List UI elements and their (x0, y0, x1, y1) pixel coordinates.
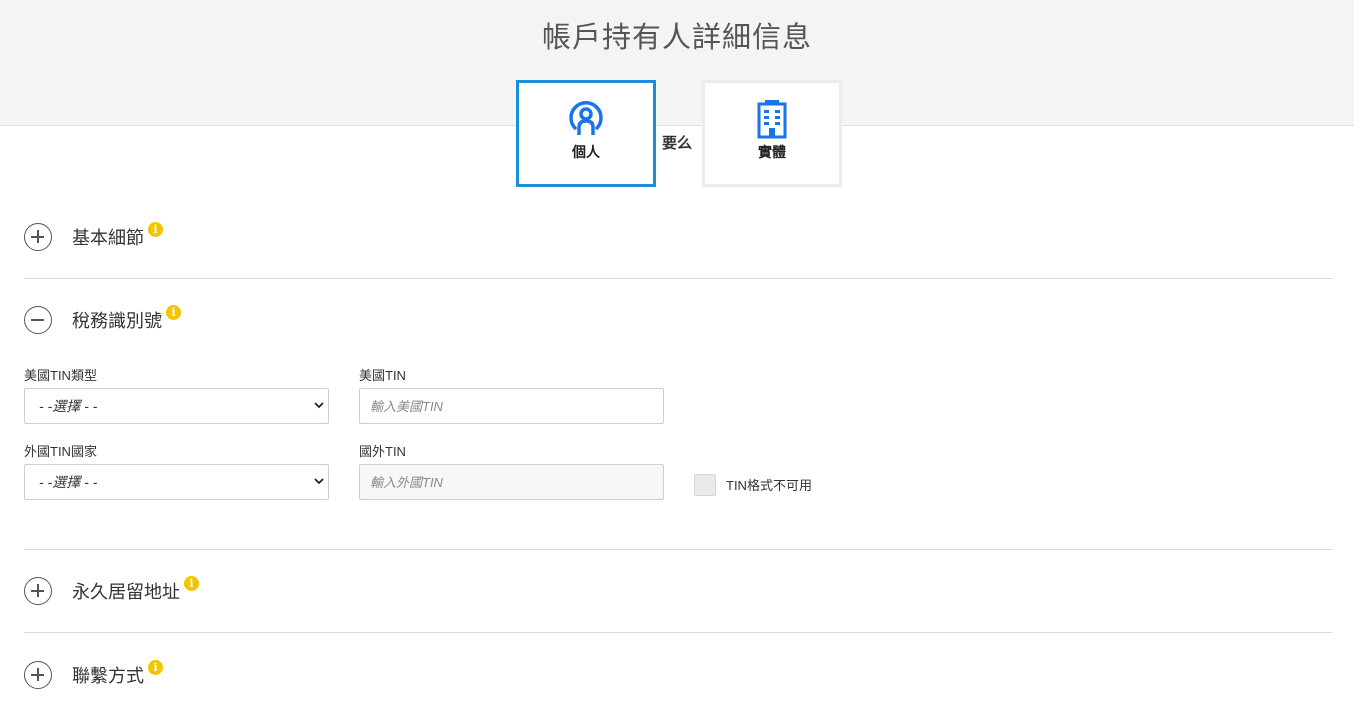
expand-plus-icon[interactable] (24, 661, 52, 689)
section-title-tax: 稅務識別號 (72, 311, 162, 331)
or-separator: 要么 (662, 135, 693, 152)
us-tin-input[interactable] (359, 388, 664, 424)
us-tin-label: 美國TIN (359, 368, 406, 383)
info-icon[interactable]: i (166, 304, 181, 320)
individual-label: 個人 (572, 144, 600, 160)
foreign-tin-input[interactable] (359, 464, 664, 500)
us-tin-type-label: 美國TIN類型 (24, 368, 97, 383)
collapse-minus-icon[interactable] (24, 306, 52, 334)
section-title-contact: 聯繫方式 (72, 666, 144, 686)
section-permanent-address-header[interactable]: 永久居留地址 i (24, 575, 199, 607)
section-contact-header[interactable]: 聯繫方式 i (24, 659, 163, 691)
section-title-address: 永久居留地址 (72, 582, 180, 602)
foreign-tin-country-value: - -選擇 - - (39, 474, 98, 490)
foreign-tin-country-select[interactable]: - -選擇 - - (24, 464, 329, 500)
person-icon (569, 101, 603, 135)
info-icon[interactable]: i (148, 221, 163, 237)
expand-plus-icon[interactable] (24, 577, 52, 605)
info-icon[interactable]: i (184, 575, 199, 591)
chevron-down-icon (314, 478, 324, 485)
tin-unavailable-checkbox[interactable] (694, 474, 716, 496)
tin-unavailable-label: TIN格式不可用 (726, 478, 812, 493)
expand-plus-icon[interactable] (24, 223, 52, 251)
building-icon (757, 100, 787, 139)
section-tax-id-header[interactable]: 稅務識別號 i (24, 304, 181, 336)
section-title-basic: 基本細節 (72, 228, 144, 248)
entity-label: 實體 (758, 144, 786, 160)
foreign-tin-country-label: 外國TIN國家 (24, 444, 97, 459)
us-tin-type-select[interactable]: - -選擇 - - (24, 388, 329, 424)
us-tin-type-value: - -選擇 - - (39, 398, 98, 414)
info-icon[interactable]: i (148, 659, 163, 675)
chevron-down-icon (314, 402, 324, 409)
account-type-individual-card[interactable]: 個人 (516, 80, 656, 187)
divider (24, 632, 1333, 633)
foreign-tin-label: 國外TIN (359, 444, 406, 459)
account-type-entity-card[interactable]: 實體 (702, 80, 842, 187)
section-basic-details-header[interactable]: 基本細節 i (24, 221, 163, 253)
page-title: 帳戶持有人詳細信息 (541, 20, 812, 54)
divider (24, 549, 1333, 550)
divider (24, 278, 1333, 279)
